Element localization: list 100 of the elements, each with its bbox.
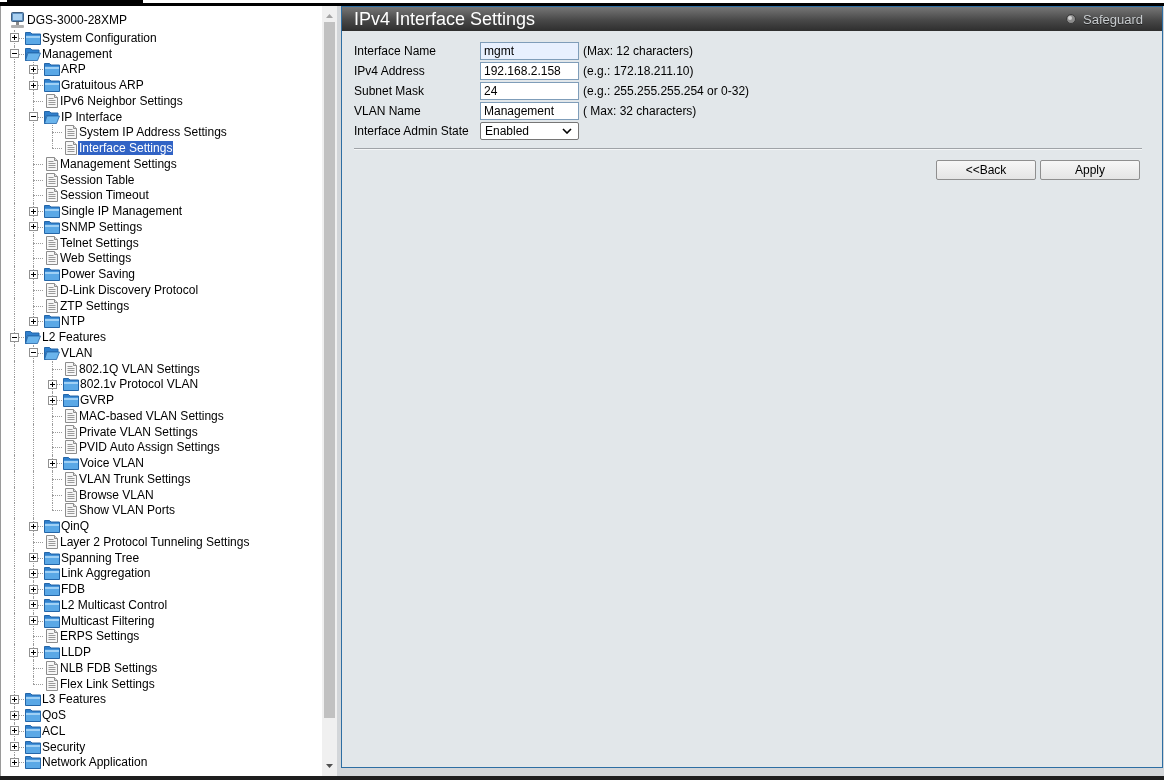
tree-item[interactable]: IP Interface	[60, 109, 124, 124]
field-label: IPv4 Address	[354, 64, 426, 78]
text-field[interactable]: mgmt	[480, 42, 579, 60]
collapse-icon[interactable]	[10, 332, 19, 342]
tree-item[interactable]: LLDP	[60, 645, 93, 660]
hint-text: ( Max: 32 characters)	[583, 104, 698, 118]
expand-icon[interactable]	[29, 553, 38, 563]
expand-icon[interactable]	[29, 316, 38, 326]
tree-item[interactable]: Web Settings	[59, 251, 133, 266]
expand-icon[interactable]	[10, 757, 19, 767]
document-icon	[65, 471, 77, 486]
tree-item[interactable]: NTP	[60, 314, 86, 329]
expand-icon[interactable]	[29, 584, 38, 594]
apply-button[interactable]: Apply	[1040, 160, 1140, 180]
document-icon	[46, 172, 58, 187]
tree-item[interactable]: Security	[41, 739, 87, 754]
expand-icon[interactable]	[29, 647, 38, 657]
tree-item[interactable]: ERPS Settings	[59, 629, 141, 644]
expand-icon[interactable]	[10, 33, 19, 43]
expand-icon[interactable]	[29, 222, 38, 232]
tree-item[interactable]: D-Link Discovery Protocol	[59, 282, 200, 297]
tree-item[interactable]: Layer 2 Protocol Tunneling Settings	[59, 534, 251, 549]
tree-item[interactable]: Management	[41, 46, 114, 61]
tree-item[interactable]: 802.1Q VLAN Settings	[78, 361, 201, 376]
tree-item[interactable]: 802.1v Protocol VLAN	[79, 377, 200, 392]
expand-icon[interactable]	[10, 726, 19, 736]
tree-item[interactable]: Gratuitous ARP	[60, 78, 145, 93]
expand-icon[interactable]	[10, 710, 19, 720]
collapse-icon[interactable]	[10, 49, 19, 59]
text-field[interactable]: 24	[480, 82, 579, 100]
folder-icon	[44, 267, 60, 282]
tree-item[interactable]: Flex Link Settings	[59, 676, 156, 691]
collapse-icon[interactable]	[29, 348, 38, 358]
document-icon	[46, 676, 58, 691]
expand-icon[interactable]	[29, 269, 38, 279]
tree-item[interactable]: Private VLAN Settings	[78, 424, 199, 439]
tree-item[interactable]: Show VLAN Ports	[78, 503, 177, 518]
tree-item[interactable]: Network Application	[41, 755, 149, 770]
expand-icon[interactable]	[29, 80, 38, 90]
tree-item[interactable]: VLAN Trunk Settings	[78, 471, 192, 486]
tree-item[interactable]: PVID Auto Assign Settings	[78, 440, 221, 455]
tree-item[interactable]: Management Settings	[59, 156, 178, 171]
tree-item[interactable]: FDB	[60, 582, 86, 597]
text-field[interactable]: 192.168.2.158	[480, 62, 579, 80]
tree-item[interactable]: IPv6 Neighbor Settings	[59, 93, 184, 108]
expand-icon[interactable]	[48, 379, 57, 389]
tree-item[interactable]: VLAN	[60, 345, 94, 360]
tree-item[interactable]: Link Aggregation	[60, 566, 152, 581]
folder-icon	[25, 723, 41, 738]
tree-item[interactable]: Power Saving	[60, 267, 137, 282]
tree-item[interactable]: NLB FDB Settings	[59, 660, 159, 675]
tree-item[interactable]: L3 Features	[41, 692, 108, 707]
document-icon	[46, 156, 58, 171]
chevron-down-icon	[562, 128, 572, 134]
tree-item[interactable]: Session Timeout	[59, 188, 150, 203]
tree-item[interactable]: L2 Multicast Control	[60, 597, 169, 612]
collapse-icon[interactable]	[29, 112, 38, 122]
tree-item[interactable]: System Configuration	[41, 30, 158, 45]
folder-icon	[44, 519, 60, 534]
scrollbar[interactable]	[322, 6, 337, 776]
expand-icon[interactable]	[29, 600, 38, 610]
expand-icon[interactable]	[48, 395, 57, 405]
field-label: Interface Name	[354, 44, 438, 58]
document-icon	[65, 361, 77, 376]
tree-item[interactable]: Voice VLAN	[79, 456, 146, 471]
tree-root-label[interactable]: DGS-3000-28XMP	[26, 13, 129, 27]
tree-item[interactable]: QoS	[41, 708, 67, 723]
text-field[interactable]: Management	[480, 102, 579, 120]
expand-icon[interactable]	[29, 64, 38, 74]
expand-icon[interactable]	[29, 616, 38, 626]
scroll-down-icon[interactable]	[326, 764, 333, 768]
tree-item[interactable]: ACL	[41, 723, 67, 738]
expand-icon[interactable]	[29, 568, 38, 578]
status-light-icon	[1066, 14, 1076, 24]
document-icon	[65, 440, 77, 455]
tree-item[interactable]: Multicast Filtering	[60, 613, 156, 628]
tree-item[interactable]: Interface Settings	[78, 141, 174, 156]
document-icon	[65, 408, 77, 423]
expand-icon[interactable]	[10, 694, 19, 704]
tree-item[interactable]: Spanning Tree	[60, 550, 141, 565]
tree-item[interactable]: Browse VLAN	[78, 487, 155, 502]
tree-item[interactable]: System IP Address Settings	[78, 125, 228, 140]
expand-icon[interactable]	[10, 742, 19, 752]
tree-item[interactable]: Telnet Settings	[59, 235, 140, 250]
expand-icon[interactable]	[48, 458, 57, 468]
tree-item[interactable]: GVRP	[79, 393, 115, 408]
tree-item[interactable]: SNMP Settings	[60, 219, 144, 234]
expand-icon[interactable]	[29, 206, 38, 216]
tree-item[interactable]: Session Table	[59, 172, 136, 187]
back-button[interactable]: <<Back	[936, 160, 1036, 180]
folder-icon	[44, 62, 60, 77]
scrollbar-thumb[interactable]	[324, 22, 335, 718]
tree-item[interactable]: L2 Features	[41, 330, 108, 345]
tree-item[interactable]: QinQ	[60, 519, 90, 534]
dropdown[interactable]: Enabled	[480, 122, 579, 140]
tree-item[interactable]: MAC-based VLAN Settings	[78, 408, 225, 423]
tree-item[interactable]: Single IP Management	[60, 204, 184, 219]
expand-icon[interactable]	[29, 521, 38, 531]
tree-item[interactable]: ARP	[60, 62, 87, 77]
tree-item[interactable]: ZTP Settings	[59, 298, 131, 313]
